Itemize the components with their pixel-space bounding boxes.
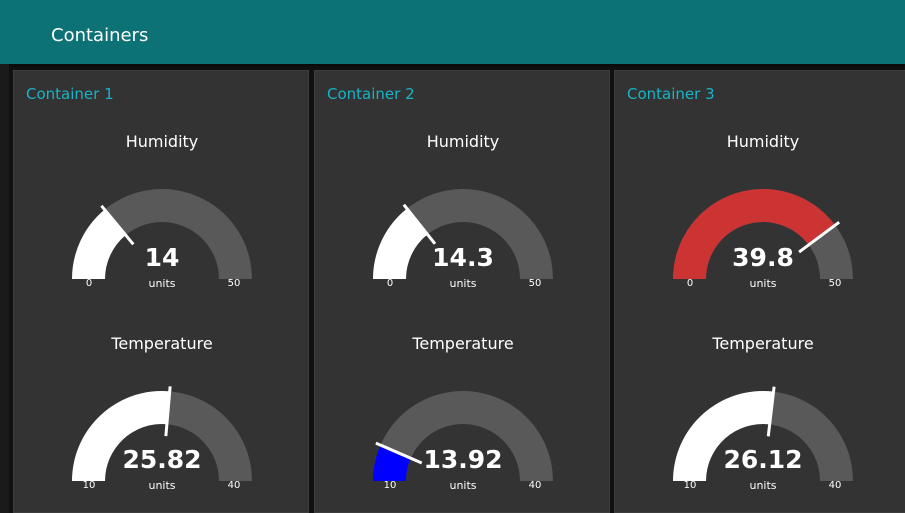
gauge-max: 40 — [227, 480, 241, 491]
gauge-min: 0 — [85, 278, 93, 289]
container-title: Container 1 — [26, 85, 114, 103]
gauge-value: 39.8 — [732, 243, 794, 272]
gauge-units: units — [148, 277, 176, 290]
gauge-units: units — [749, 277, 777, 290]
gauge-value: 25.82 — [122, 445, 202, 474]
gauge-value: 14.3 — [432, 243, 494, 272]
gauge-dial — [373, 189, 553, 279]
gauge-min: 10 — [383, 480, 397, 491]
container-card-3: Container 3 Humidity 39.8 units 0 50 Tem… — [614, 70, 905, 513]
temperature-gauge: Temperature 26.12 units 10 40 — [615, 333, 905, 512]
app-header: Containers — [0, 0, 905, 64]
gauge-units: units — [449, 277, 477, 290]
container-card-2: Container 2 Humidity 14.3 units 0 50 Tem… — [314, 70, 610, 513]
gauge-min: 10 — [683, 480, 697, 491]
gauge-units: units — [148, 479, 176, 492]
container-title: Container 2 — [327, 85, 415, 103]
left-edge — [0, 64, 9, 513]
container-title: Container 3 — [627, 85, 715, 103]
gauge-max: 40 — [828, 480, 842, 491]
temperature-gauge: Temperature 25.82 units 10 40 — [14, 333, 308, 512]
gauge-dial — [72, 189, 252, 279]
page-title: Containers — [51, 25, 149, 46]
temperature-gauge: Temperature 13.92 units 10 40 — [315, 333, 609, 512]
gauge-min: 0 — [686, 278, 694, 289]
gauge-dial — [673, 189, 853, 279]
gauge-max: 40 — [528, 480, 542, 491]
gauge-value: 14 — [144, 243, 180, 272]
gauge-max: 50 — [828, 278, 842, 289]
gauge-value: 13.92 — [423, 445, 503, 474]
gauge-units: units — [449, 479, 477, 492]
gauge-value: 26.12 — [723, 445, 803, 474]
gauge-max: 50 — [528, 278, 542, 289]
humidity-gauge: Humidity 14 units 0 50 — [14, 131, 308, 321]
gauge-max: 50 — [227, 278, 241, 289]
container-card-1: Container 1 Humidity 14 units 0 50 Tempe… — [13, 70, 309, 513]
gauge-min: 10 — [82, 480, 96, 491]
gauge-min: 0 — [386, 278, 394, 289]
gauge-units: units — [749, 479, 777, 492]
humidity-gauge: Humidity 14.3 units 0 50 — [315, 131, 609, 321]
humidity-gauge: Humidity 39.8 units 0 50 — [615, 131, 905, 321]
